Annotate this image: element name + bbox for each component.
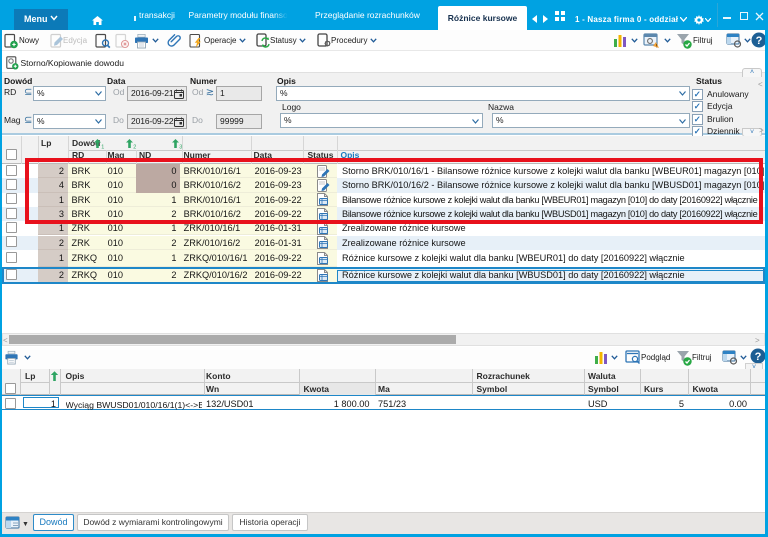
svg-text:2: 2 bbox=[133, 145, 136, 150]
svg-text:?: ? bbox=[755, 351, 762, 363]
svg-text:?: ? bbox=[756, 35, 763, 47]
svg-text:1: 1 bbox=[101, 145, 104, 150]
